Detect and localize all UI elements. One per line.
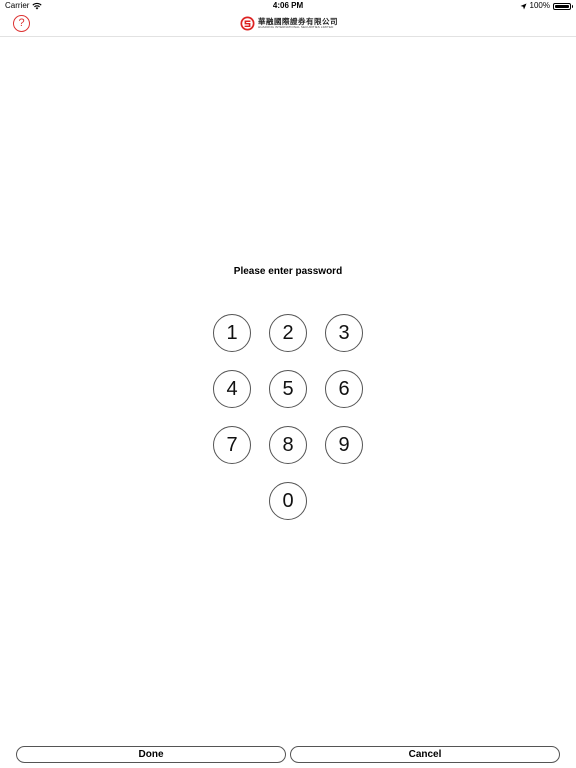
- keypad-key-3[interactable]: 3: [325, 314, 363, 352]
- help-button[interactable]: ?: [13, 15, 30, 32]
- location-arrow-icon: [520, 3, 527, 9]
- company-logo: 華融國際證券有限公司 HUARONG INTERNATIONAL SECURIT…: [240, 14, 338, 33]
- done-button[interactable]: Done: [16, 746, 286, 763]
- keypad-key-9[interactable]: 9: [325, 426, 363, 464]
- keypad-key-4[interactable]: 4: [213, 370, 251, 408]
- battery-fill: [555, 4, 569, 8]
- app-header: ? 華融國際證券有限公司 HUARONG INTERNATIONAL SECUR…: [0, 12, 576, 37]
- logo-text: 華融國際證券有限公司 HUARONG INTERNATIONAL SECURIT…: [258, 18, 338, 30]
- status-time: 4:06 PM: [272, 1, 304, 10]
- keypad-key-8[interactable]: 8: [269, 426, 307, 464]
- keypad-key-1[interactable]: 1: [213, 314, 251, 352]
- keypad-key-7[interactable]: 7: [213, 426, 251, 464]
- passcode-screen: Carrier 4:06 PM 100% ? 華融國際證券有限公司 HUARON…: [0, 0, 576, 768]
- keypad-key-2[interactable]: 2: [269, 314, 307, 352]
- keypad-key-5[interactable]: 5: [269, 370, 307, 408]
- company-logo-icon: [240, 16, 255, 31]
- logo-english-name: HUARONG INTERNATIONAL SECURITIES LIMITED: [258, 25, 334, 30]
- cancel-button[interactable]: Cancel: [290, 746, 560, 763]
- status-right: 100%: [520, 0, 573, 12]
- keypad-key-0[interactable]: 0: [269, 482, 307, 520]
- battery-icon: [553, 2, 573, 10]
- password-prompt: Please enter password: [233, 266, 343, 277]
- battery-percent: 100%: [529, 1, 550, 10]
- logo-chinese-name: 華融國際證券有限公司: [258, 16, 338, 26]
- keypad-key-6[interactable]: 6: [325, 370, 363, 408]
- status-bar: Carrier 4:06 PM 100%: [0, 0, 576, 12]
